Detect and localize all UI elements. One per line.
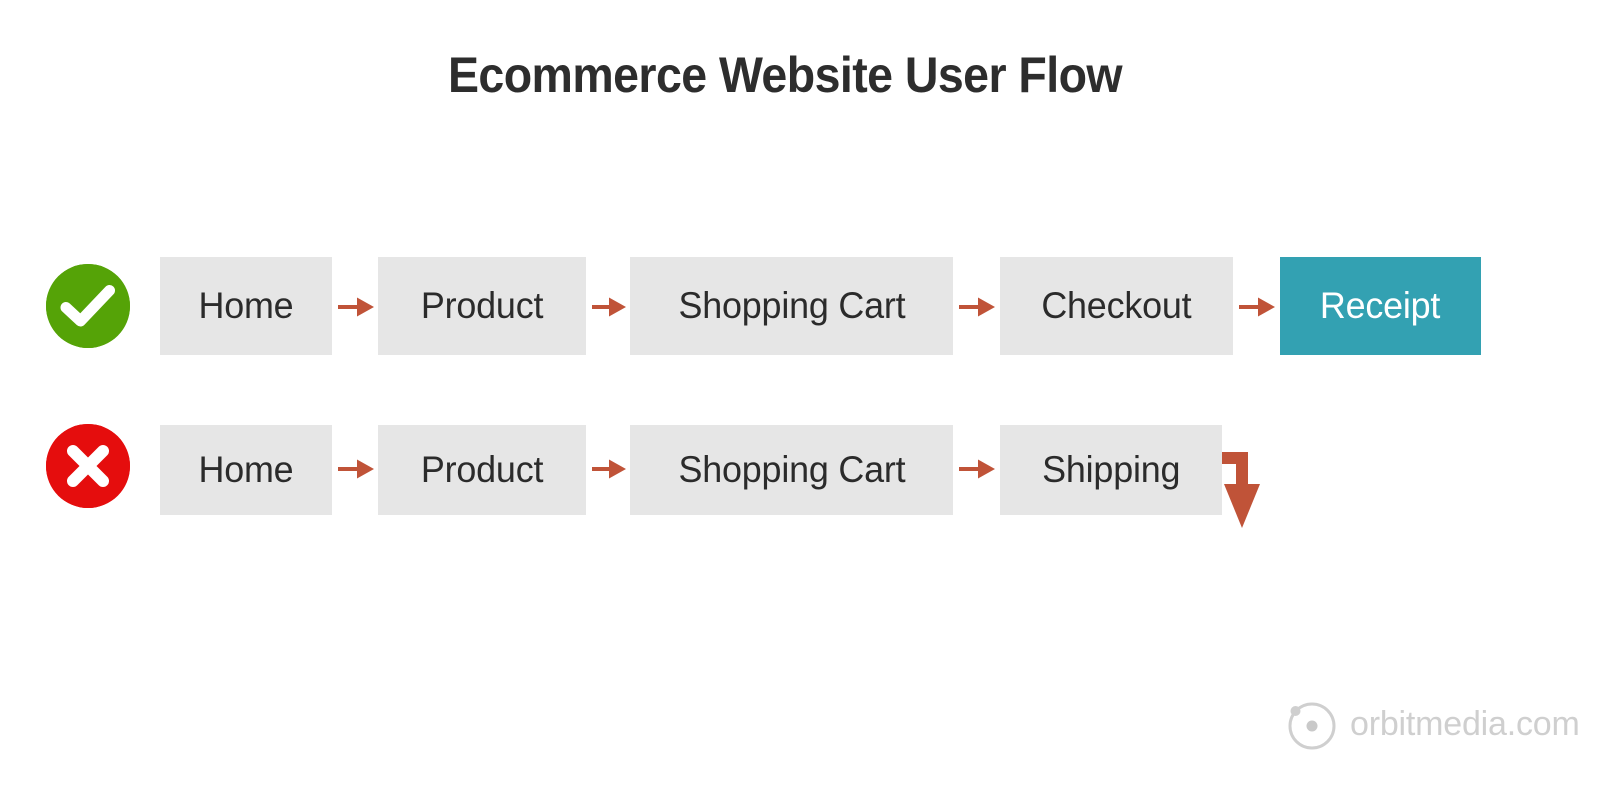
orbitmedia-logo-text: orbitmedia.com	[1350, 705, 1580, 743]
x-circle-icon	[46, 424, 130, 508]
status-badge-failure	[46, 424, 130, 508]
flow-step-box[interactable]: Checkout	[1000, 257, 1233, 355]
orbit-logo-icon	[1288, 702, 1336, 750]
flow-connector-arrow	[592, 456, 626, 482]
flow-step-label: Product	[420, 285, 544, 326]
flow-step-label: Shopping Cart	[678, 449, 905, 490]
flow-step-box[interactable]: Home	[160, 425, 332, 515]
flow-connector-arrow	[338, 456, 374, 482]
flow-step-box[interactable]: Shopping Cart	[630, 257, 953, 355]
flow-step-box[interactable]: Product	[378, 257, 586, 355]
flow-connector-arrow	[338, 294, 374, 320]
flow-step-label: Shopping Cart	[678, 285, 905, 326]
flow-step-box[interactable]: Shopping Cart	[630, 425, 953, 515]
status-badge-success	[46, 264, 130, 348]
flow-step-label: Shipping	[1041, 449, 1181, 490]
flow-connector-arrow	[592, 294, 626, 320]
flow-step-label: Home	[198, 449, 294, 490]
flow-step-label: Checkout	[1041, 285, 1192, 326]
flow-step-label: Home	[198, 285, 294, 326]
page-title: Ecommerce Website User Flow	[447, 47, 1123, 103]
diagram-canvas: Ecommerce Website User Flow orbitmedia.c…	[0, 0, 1600, 800]
flow-connector-arrow	[959, 294, 995, 320]
flow-step-box[interactable]: Shipping	[1000, 425, 1222, 515]
flow-step-label: Receipt	[1320, 285, 1441, 326]
orbitmedia-logo: orbitmedia.com	[1284, 696, 1580, 752]
flow-step-box[interactable]: Product	[378, 425, 586, 515]
flow-step-label: Product	[420, 449, 544, 490]
drop-off-elbow-arrow	[1218, 444, 1278, 534]
flow-step-box[interactable]: Receipt	[1280, 257, 1481, 355]
flow-connector-arrow	[959, 456, 995, 482]
flow-connector-arrow	[1239, 294, 1275, 320]
check-circle-icon	[46, 264, 130, 348]
flow-step-box[interactable]: Home	[160, 257, 332, 355]
